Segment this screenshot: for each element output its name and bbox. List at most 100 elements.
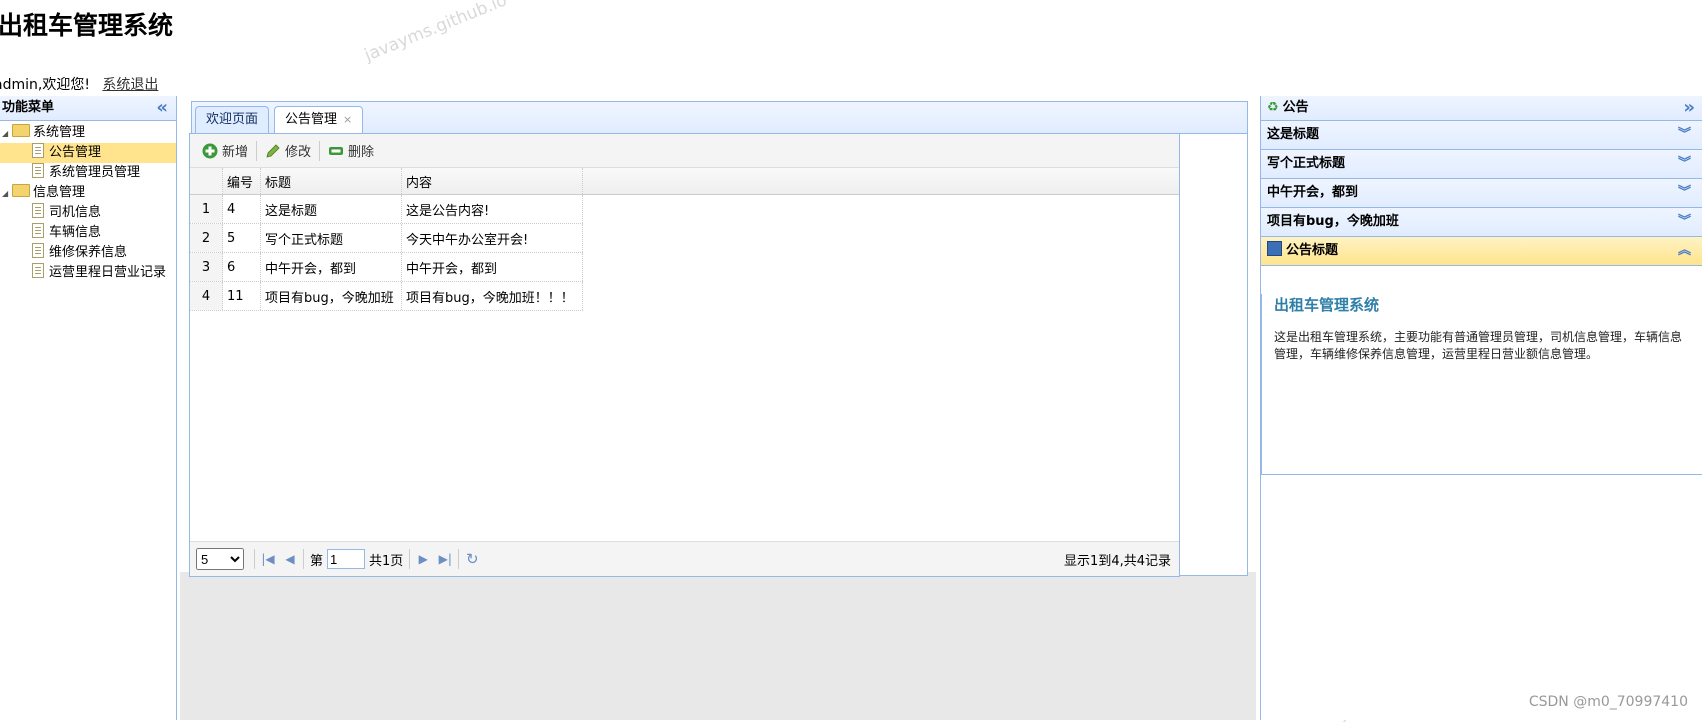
edit-label: 修改 <box>285 145 312 160</box>
accordion-item-open[interactable]: 公告标题 ︽ <box>1261 237 1702 266</box>
tree-item-label: 系统管理员管理 <box>49 165 141 180</box>
notice-content-title: 出租车管理系统 <box>1274 296 1380 314</box>
tree-group-system[interactable]: ◢ 系统管理 <box>0 123 176 143</box>
refresh-notice-icon: ♻ <box>1267 100 1279 115</box>
expand-triangle-icon[interactable]: ◢ <box>2 184 12 204</box>
cell-content: 中午开会，都到 <box>402 253 583 281</box>
collapse-left-icon[interactable]: « <box>156 96 168 120</box>
tree-item-vehicle[interactable]: 车辆信息 <box>0 223 176 243</box>
collapse-right-icon[interactable]: » <box>1683 96 1695 120</box>
prev-page-icon[interactable]: ◀ <box>279 552 301 566</box>
chevron-down-icon: ︾ <box>1677 156 1691 171</box>
tab-notice[interactable]: 公告管理 × <box>274 106 364 134</box>
page-prefix: 第 <box>310 553 324 569</box>
grid-toolbar: 新增 修改 删除 <box>190 134 1179 168</box>
file-icon <box>32 263 44 278</box>
accordion-item[interactable]: 写个正式标题 ︾ <box>1261 150 1702 179</box>
notice-datagrid: 新增 修改 删除 编号 标题 内容 1 4 这是标题 这是公告内容! 2 5 写… <box>189 133 1180 577</box>
row-number: 3 <box>190 253 223 281</box>
page-number-input[interactable] <box>327 549 366 569</box>
first-page-icon[interactable]: |◀ <box>257 552 279 566</box>
left-menu-title: 功能菜单 <box>2 100 55 115</box>
tree-item-label: 车辆信息 <box>49 225 102 240</box>
pagination-bar: 5 |◀ ◀ 第 共1页 ▶ ▶| ↻ 显示1到4,共4记录 <box>190 541 1179 576</box>
next-page-icon[interactable]: ▶ <box>412 552 434 566</box>
edit-button[interactable]: 修改 <box>259 139 317 163</box>
minus-icon <box>328 143 344 159</box>
expand-triangle-icon[interactable]: ◢ <box>2 124 12 144</box>
pager-info: 显示1到4,共4记录 <box>1064 553 1171 569</box>
table-row[interactable]: 4 11 项目有bug，今晚加班 项目有bug，今晚加班！！！ <box>190 282 583 311</box>
column-header-content[interactable]: 内容 <box>402 168 583 194</box>
tree-item-mileage[interactable]: 运营里程日营业记录 <box>0 263 176 283</box>
table-row[interactable]: 2 5 写个正式标题 今天中午办公室开会! <box>190 224 583 253</box>
accordion-title: 公告标题 <box>1286 243 1339 258</box>
cell-content: 今天中午办公室开会! <box>402 224 583 252</box>
accordion-item[interactable]: 中午开会，都到 ︾ <box>1261 179 1702 208</box>
cell-title: 中午开会，都到 <box>261 253 402 281</box>
pager-separator <box>303 549 304 569</box>
row-number: 2 <box>190 224 223 252</box>
file-icon <box>32 143 44 158</box>
grid-header: 编号 标题 内容 <box>190 168 1179 195</box>
cell-id: 6 <box>223 253 261 281</box>
watermark: javayms.github.io <box>361 0 510 66</box>
pencil-icon <box>265 143 281 159</box>
cell-content: 这是公告内容! <box>402 195 583 223</box>
cell-title: 这是标题 <box>261 195 402 223</box>
tree-group-label: 系统管理 <box>33 125 86 140</box>
pager-separator <box>254 549 255 569</box>
logout-link[interactable]: 系统退出 <box>102 77 158 93</box>
notice-side-panel: ♻ 公告 » 这是标题 ︾ 写个正式标题 ︾ 中午开会，都到 ︾ 项目有bug，今晚加班… <box>1260 96 1702 720</box>
cell-title: 写个正式标题 <box>261 224 402 252</box>
cell-id: 5 <box>223 224 261 252</box>
table-row[interactable]: 3 6 中午开会，都到 中午开会，都到 <box>190 253 583 282</box>
tab-label: 欢迎页面 <box>206 112 259 127</box>
tab-label: 公告管理 <box>285 112 338 127</box>
file-icon <box>32 163 44 178</box>
cell-title: 项目有bug，今晚加班 <box>261 282 402 310</box>
toolbar-separator <box>256 140 258 161</box>
folder-icon <box>12 184 30 197</box>
accordion-content: 出租车管理系统 这是出租车管理系统，主要功能有普通管理员管理，司机信息管理，车辆… <box>1261 294 1702 475</box>
add-button[interactable]: 新增 <box>196 139 254 163</box>
accordion-title: 中午开会，都到 <box>1267 185 1359 200</box>
row-number: 4 <box>190 282 223 310</box>
grid-body: 1 4 这是标题 这是公告内容! 2 5 写个正式标题 今天中午办公室开会! 3… <box>190 195 1179 535</box>
tree-item-maintenance[interactable]: 维修保养信息 <box>0 243 176 263</box>
column-header-title[interactable]: 标题 <box>261 168 402 194</box>
accordion-title: 项目有bug，今晚加班 <box>1267 214 1399 229</box>
delete-button[interactable]: 删除 <box>322 139 380 163</box>
file-icon <box>32 243 44 258</box>
tree-group-label: 信息管理 <box>33 185 86 200</box>
table-row[interactable]: 1 4 这是标题 这是公告内容! <box>190 195 583 224</box>
page-total: 共1页 <box>369 553 404 569</box>
accordion-title: 这是标题 <box>1267 127 1320 142</box>
tab-welcome[interactable]: 欢迎页面 <box>195 106 270 133</box>
chevron-up-icon: ︽ <box>1677 243 1691 258</box>
last-page-icon[interactable]: ▶| <box>434 552 456 566</box>
tab-close-icon[interactable]: × <box>343 113 352 126</box>
refresh-icon[interactable]: ↻ <box>461 550 483 568</box>
page-size-select[interactable]: 5 <box>196 548 244 570</box>
tree-item-label: 运营里程日营业记录 <box>49 265 167 280</box>
pager-separator <box>458 549 460 569</box>
tree-group-info[interactable]: ◢ 信息管理 <box>0 183 176 203</box>
welcome-text: admin,欢迎您! <box>0 77 90 93</box>
file-icon <box>32 223 44 238</box>
tree-item-driver[interactable]: 司机信息 <box>0 203 176 223</box>
accordion-item[interactable]: 项目有bug，今晚加班 ︾ <box>1261 208 1702 237</box>
add-label: 新增 <box>222 145 249 160</box>
accordion-title: 写个正式标题 <box>1267 156 1346 171</box>
column-header-id[interactable]: 编号 <box>223 168 261 194</box>
plus-circle-icon <box>202 143 218 159</box>
welcome-bar: admin,欢迎您! 系统退出 <box>0 74 158 94</box>
pager-separator <box>409 549 411 569</box>
menu-tree: ◢ 系统管理 公告管理 系统管理员管理 ◢ 信息管理 司机信息 车辆信息 维修保养信… <box>0 123 176 283</box>
cell-id: 11 <box>223 282 261 310</box>
row-number: 1 <box>190 195 223 223</box>
accordion-item[interactable]: 这是标题 ︾ <box>1261 121 1702 150</box>
side-panel-header: ♻ 公告 » <box>1261 96 1702 121</box>
tree-item-admin[interactable]: 系统管理员管理 <box>0 163 176 183</box>
tree-item-notice[interactable]: 公告管理 <box>0 143 176 163</box>
